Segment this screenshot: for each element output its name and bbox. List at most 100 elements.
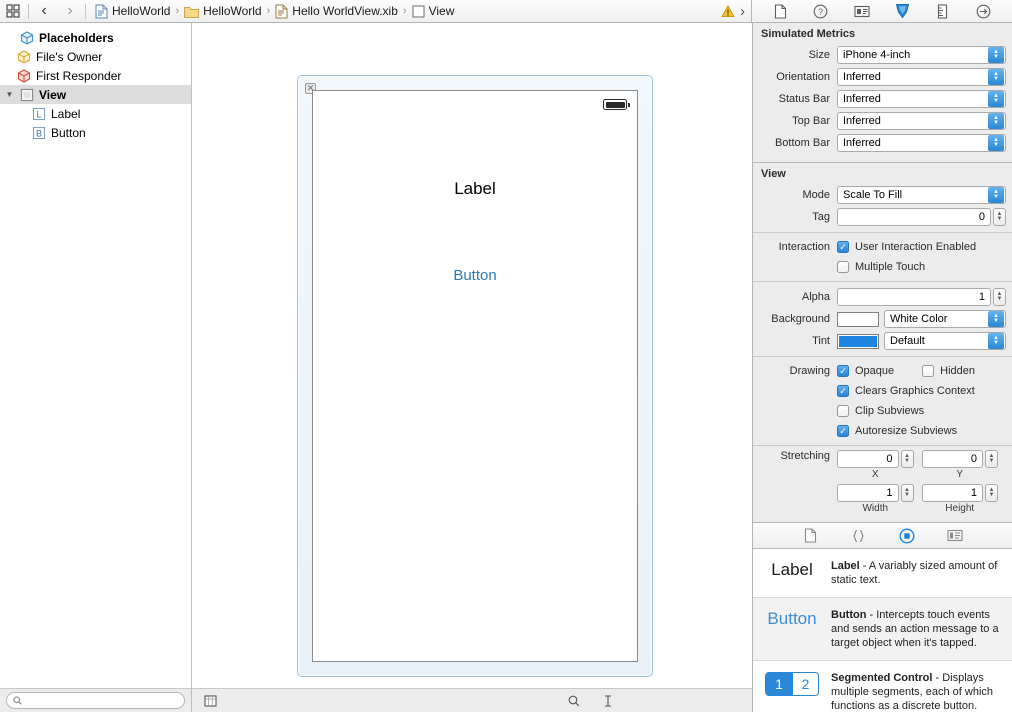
navigate-back-button[interactable]: ‹ — [31, 0, 57, 22]
navigate-forward-button[interactable]: › — [57, 0, 83, 22]
constraints-icon[interactable] — [600, 694, 616, 708]
breadcrumb-separator: › — [175, 5, 180, 17]
button-B-icon: B — [32, 126, 46, 139]
breadcrumb-item-view[interactable]: View — [409, 4, 458, 18]
autoresize-subviews-label: Autoresize Subviews — [855, 425, 958, 437]
issue-next-button[interactable]: › — [740, 4, 745, 19]
breadcrumb-label: HelloWorld — [112, 4, 171, 18]
top-bar-label: Top Bar — [792, 115, 830, 127]
mode-popup-button[interactable]: Scale To Fill ▲ ▼ — [837, 186, 1006, 204]
library-item-button[interactable]: Button Button - Intercepts touch events … — [753, 598, 1012, 661]
autoresize-subviews-checkbox[interactable]: ✓ — [837, 425, 849, 437]
clip-subviews-checkbox[interactable] — [837, 405, 849, 417]
tag-stepper[interactable]: ▲ ▼ — [993, 208, 1006, 226]
file-template-library-tab[interactable] — [800, 526, 822, 546]
tint-color-well[interactable] — [837, 333, 879, 349]
opaque-checkbox[interactable]: ✓ — [837, 365, 849, 377]
breadcrumb-item-project[interactable]: HelloWorld — [92, 4, 173, 19]
zoom-icon[interactable] — [566, 694, 582, 708]
outline-row-placeholders[interactable]: Placeholders — [0, 28, 191, 47]
chevron-updown-icon: ▲ ▼ — [988, 333, 1004, 349]
mode-value: Scale To Fill — [843, 189, 903, 201]
stretching-x-input[interactable]: 0 — [837, 450, 899, 468]
library-item-description: Button - Intercepts touch events and sen… — [831, 608, 1004, 650]
field-row-stretching-xy: Stretching 0 ▲ ▼ X 0 ▲ ▼ Y — [753, 450, 1012, 480]
canvas-label-object[interactable]: Label — [313, 179, 637, 199]
outline-row-label[interactable]: L Label — [0, 104, 191, 123]
search-icon — [13, 696, 22, 705]
field-row-mode: Mode Scale To Fill ▲ ▼ — [753, 184, 1012, 206]
multiple-touch-checkbox[interactable] — [837, 261, 849, 273]
segmented-control-icon: 1 2 — [765, 672, 819, 696]
status-bar-label: Status Bar — [778, 93, 830, 105]
warning-triangle-icon — [721, 4, 735, 17]
library-item-segmented-control[interactable]: 1 2 Segmented Control - Displays multipl… — [753, 661, 1012, 712]
alpha-stepper[interactable]: ▲ ▼ — [993, 288, 1006, 306]
view-square-icon — [20, 88, 34, 101]
stretching-x-stepper[interactable]: ▲ ▼ — [900, 450, 914, 468]
xcode-window: ‹ › HelloWorld › HelloWorld › Hello Worl… — [0, 0, 1012, 712]
file-inspector-tab[interactable] — [768, 1, 792, 22]
bottom-bar-popup-button[interactable]: Inferred ▲ ▼ — [837, 134, 1006, 152]
show-hide-navigator-button[interactable] — [0, 0, 26, 22]
folder-icon — [184, 6, 200, 18]
breadcrumb-item-xib[interactable]: Hello WorldView.xib — [272, 4, 401, 19]
grid-icon[interactable] — [202, 694, 218, 708]
user-interaction-enabled-label: User Interaction Enabled — [855, 241, 977, 253]
background-color-well[interactable] — [837, 311, 879, 327]
outline-row-view[interactable]: ▼ View — [0, 85, 191, 104]
outline-search-input[interactable] — [6, 692, 185, 709]
top-bar-popup-button[interactable]: Inferred ▲ ▼ — [837, 112, 1006, 130]
issue-navigator-group[interactable]: › — [715, 4, 751, 19]
attributes-inspector-tab[interactable] — [890, 1, 914, 22]
alpha-input[interactable]: 1 — [837, 288, 991, 306]
device-screen[interactable]: Label Button — [312, 90, 638, 662]
breadcrumb-item-folder[interactable]: HelloWorld — [181, 4, 264, 18]
orientation-popup-button[interactable]: Inferred ▲ ▼ — [837, 68, 1006, 86]
field-row-top-bar: Top Bar Inferred ▲ ▼ — [753, 110, 1012, 132]
media-library-tab[interactable] — [944, 526, 966, 546]
multiple-touch-label: Multiple Touch — [855, 261, 926, 273]
arrow-circle-icon — [976, 4, 991, 18]
size-popup-button[interactable]: iPhone 4-inch ▲ ▼ — [837, 46, 1006, 64]
stretching-height-input[interactable]: 1 — [921, 484, 983, 502]
status-bar-popup-button[interactable]: Inferred ▲ ▼ — [837, 90, 1006, 108]
device-frame[interactable]: ✕ Label Button — [297, 75, 653, 677]
outline-row-first-responder[interactable]: First Responder — [0, 66, 191, 85]
quick-help-inspector-tab[interactable]: ? — [809, 1, 833, 22]
background-popup-button[interactable]: White Color ▲ ▼ — [884, 310, 1006, 328]
user-interaction-enabled-checkbox[interactable]: ✓ — [837, 241, 849, 253]
hidden-checkbox[interactable] — [922, 365, 935, 377]
canvas-surface[interactable]: ✕ Label Button — [192, 23, 752, 688]
field-row-alpha: Alpha 1 ▲ ▼ — [753, 286, 1012, 308]
object-library-tab[interactable] — [896, 526, 918, 546]
stretching-height-stepper[interactable]: ▲ ▼ — [985, 484, 998, 502]
identity-inspector-tab[interactable] — [850, 1, 874, 22]
battery-fill — [605, 101, 625, 108]
library-item-title: Segmented Control — [831, 672, 933, 684]
field-row-tint: Tint Default ▲ ▼ — [753, 330, 1012, 352]
outline-row-button[interactable]: B Button — [0, 123, 191, 142]
library-item-label[interactable]: Label Label - A variably sized amount of… — [753, 549, 1012, 598]
library-item-title: Label — [831, 560, 860, 572]
stretching-width-stepper[interactable]: ▲ ▼ — [900, 484, 914, 502]
breadcrumb-separator: › — [266, 5, 271, 17]
connections-inspector-tab[interactable] — [972, 1, 996, 22]
hidden-label: Hidden — [940, 365, 976, 377]
disclosure-triangle[interactable]: ▼ — [4, 90, 15, 99]
code-snippet-library-tab[interactable] — [848, 526, 870, 546]
stretching-y-input[interactable]: 0 — [921, 450, 983, 468]
tag-input[interactable]: 0 — [837, 208, 991, 226]
stretching-y-stepper[interactable]: ▲ ▼ — [985, 450, 998, 468]
clears-graphics-context-checkbox[interactable]: ✓ — [837, 385, 849, 397]
tint-popup-button[interactable]: Default ▲ ▼ — [884, 332, 1006, 350]
size-inspector-tab[interactable] — [931, 1, 955, 22]
label-L-icon: L — [32, 107, 46, 120]
stretching-label: Stretching — [780, 450, 830, 462]
outline-filter-bar — [0, 688, 191, 712]
field-row-bottom-bar: Bottom Bar Inferred ▲ ▼ — [753, 132, 1012, 154]
canvas-button-object[interactable]: Button — [313, 267, 637, 284]
stretching-width-input[interactable]: 1 — [837, 484, 899, 502]
bottom-bar-value: Inferred — [843, 137, 881, 149]
outline-row-files-owner[interactable]: File's Owner — [0, 47, 191, 66]
